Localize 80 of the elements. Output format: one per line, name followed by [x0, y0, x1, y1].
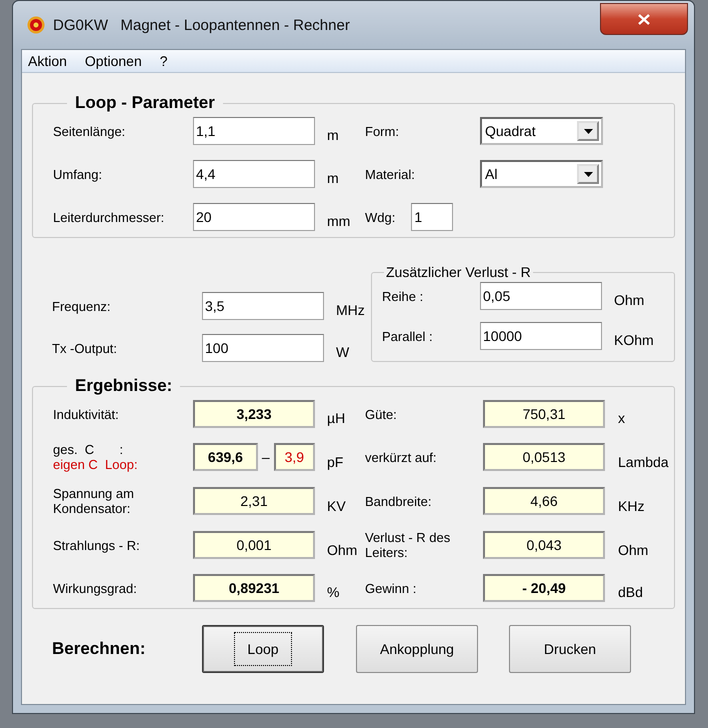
group-title: Zusätzlicher Verlust - R: [385, 264, 532, 280]
unit-label: %: [326, 584, 340, 602]
result-field: 750,31: [483, 400, 605, 428]
field-label: Tx -Output:: [52, 340, 118, 356]
input-field[interactable]: 1,1: [193, 117, 315, 145]
unit-label: Ohm: [617, 542, 650, 560]
result-field: 3,233: [193, 400, 315, 428]
section-label: Berechnen:: [52, 639, 147, 659]
input-field[interactable]: 0,05: [480, 282, 602, 310]
unit-label: pF: [326, 454, 344, 472]
unit-label: KV: [326, 498, 347, 516]
separator-dash: –: [262, 449, 270, 465]
group-title: Ergebnisse:: [74, 376, 174, 396]
field-label: Reihe :: [382, 288, 424, 304]
app-icon: [27, 16, 45, 34]
dropdown-arrow-icon: [584, 172, 592, 176]
window-title: DG0KW Magnet - Loopantennen - Rechner: [53, 16, 350, 34]
result-field: - 20,49: [483, 574, 605, 602]
unit-label: x: [617, 410, 626, 428]
dropdown-button[interactable]: [577, 164, 599, 184]
dropdown-button[interactable]: [577, 121, 599, 141]
field-label: Seitenlänge:: [53, 124, 126, 138]
unit-label: W: [335, 344, 350, 362]
field-label: Wdg:: [365, 210, 396, 224]
input-field[interactable]: 4,4: [193, 160, 315, 188]
field-label: Wirkungsgrad:: [53, 580, 138, 596]
field-label: Leiterdurchmesser:: [53, 210, 166, 224]
unit-label: Lambda: [617, 454, 670, 472]
dropdown-arrow-icon: [584, 128, 592, 134]
field-label: eigen C Loop:: [53, 457, 139, 472]
field-label: Verlust - R des Leiters:: [365, 530, 452, 560]
field-label: Güte:: [365, 406, 398, 422]
unit-label: m: [326, 127, 340, 145]
unit-label: Ohm: [326, 542, 358, 560]
field-label: verkürzt auf:: [365, 450, 438, 464]
dropdown-value: Quadrat: [485, 123, 536, 139]
result-field: 639,6: [193, 443, 258, 471]
result-field: 0,001: [193, 531, 315, 559]
unit-label: MHz: [335, 302, 366, 320]
input-field[interactable]: 20: [193, 203, 315, 231]
field-label: Parallel :: [382, 328, 434, 344]
menu-item[interactable]: Optionen: [84, 53, 142, 69]
action-button[interactable]: Ankopplung: [356, 625, 478, 673]
field-label: Material:: [365, 166, 416, 182]
menu-item[interactable]: ?: [160, 53, 168, 69]
result-field: 2,31: [193, 487, 315, 515]
field-label: Umfang:: [53, 166, 104, 182]
unit-label: KHz: [617, 498, 646, 516]
result-field: 3,9: [274, 443, 315, 471]
unit-label: m: [326, 170, 340, 188]
input-field[interactable]: 10000: [480, 322, 602, 350]
action-button[interactable]: Drucken: [509, 625, 631, 673]
unit-label: mm: [326, 213, 352, 231]
field-label: Strahlungs - R:: [53, 538, 141, 552]
field-label: Form:: [365, 124, 400, 138]
result-field: 4,66: [483, 487, 605, 515]
unit-label: KOhm: [613, 332, 655, 350]
dropdown[interactable]: Al: [480, 160, 603, 188]
field-label: Induktivität:: [53, 406, 120, 422]
close-icon: [638, 14, 650, 24]
dropdown[interactable]: Quadrat: [480, 117, 603, 145]
field-label: Gewinn :: [365, 580, 418, 596]
input-field[interactable]: 1: [411, 203, 454, 231]
close-button[interactable]: [600, 3, 688, 35]
field-label: ges. C :: [53, 442, 124, 457]
menu-item[interactable]: Aktion: [28, 53, 67, 69]
result-field: 0,89231: [193, 574, 315, 602]
result-field: 0,0513: [483, 443, 605, 471]
result-field: 0,043: [483, 531, 605, 559]
input-field[interactable]: 100: [202, 334, 324, 362]
unit-label: µH: [326, 410, 346, 428]
unit-label: dBd: [617, 584, 644, 602]
dropdown-value: Al: [485, 166, 498, 182]
field-label: Bandbreite:: [365, 494, 432, 508]
input-field[interactable]: 3,5: [202, 292, 324, 320]
action-button[interactable]: Loop: [202, 625, 324, 673]
field-label: Spannung am Kondensator:: [53, 486, 135, 516]
group-title: Loop - Parameter: [74, 93, 216, 113]
unit-label: Ohm: [613, 292, 646, 310]
field-label: Frequenz:: [52, 298, 112, 314]
